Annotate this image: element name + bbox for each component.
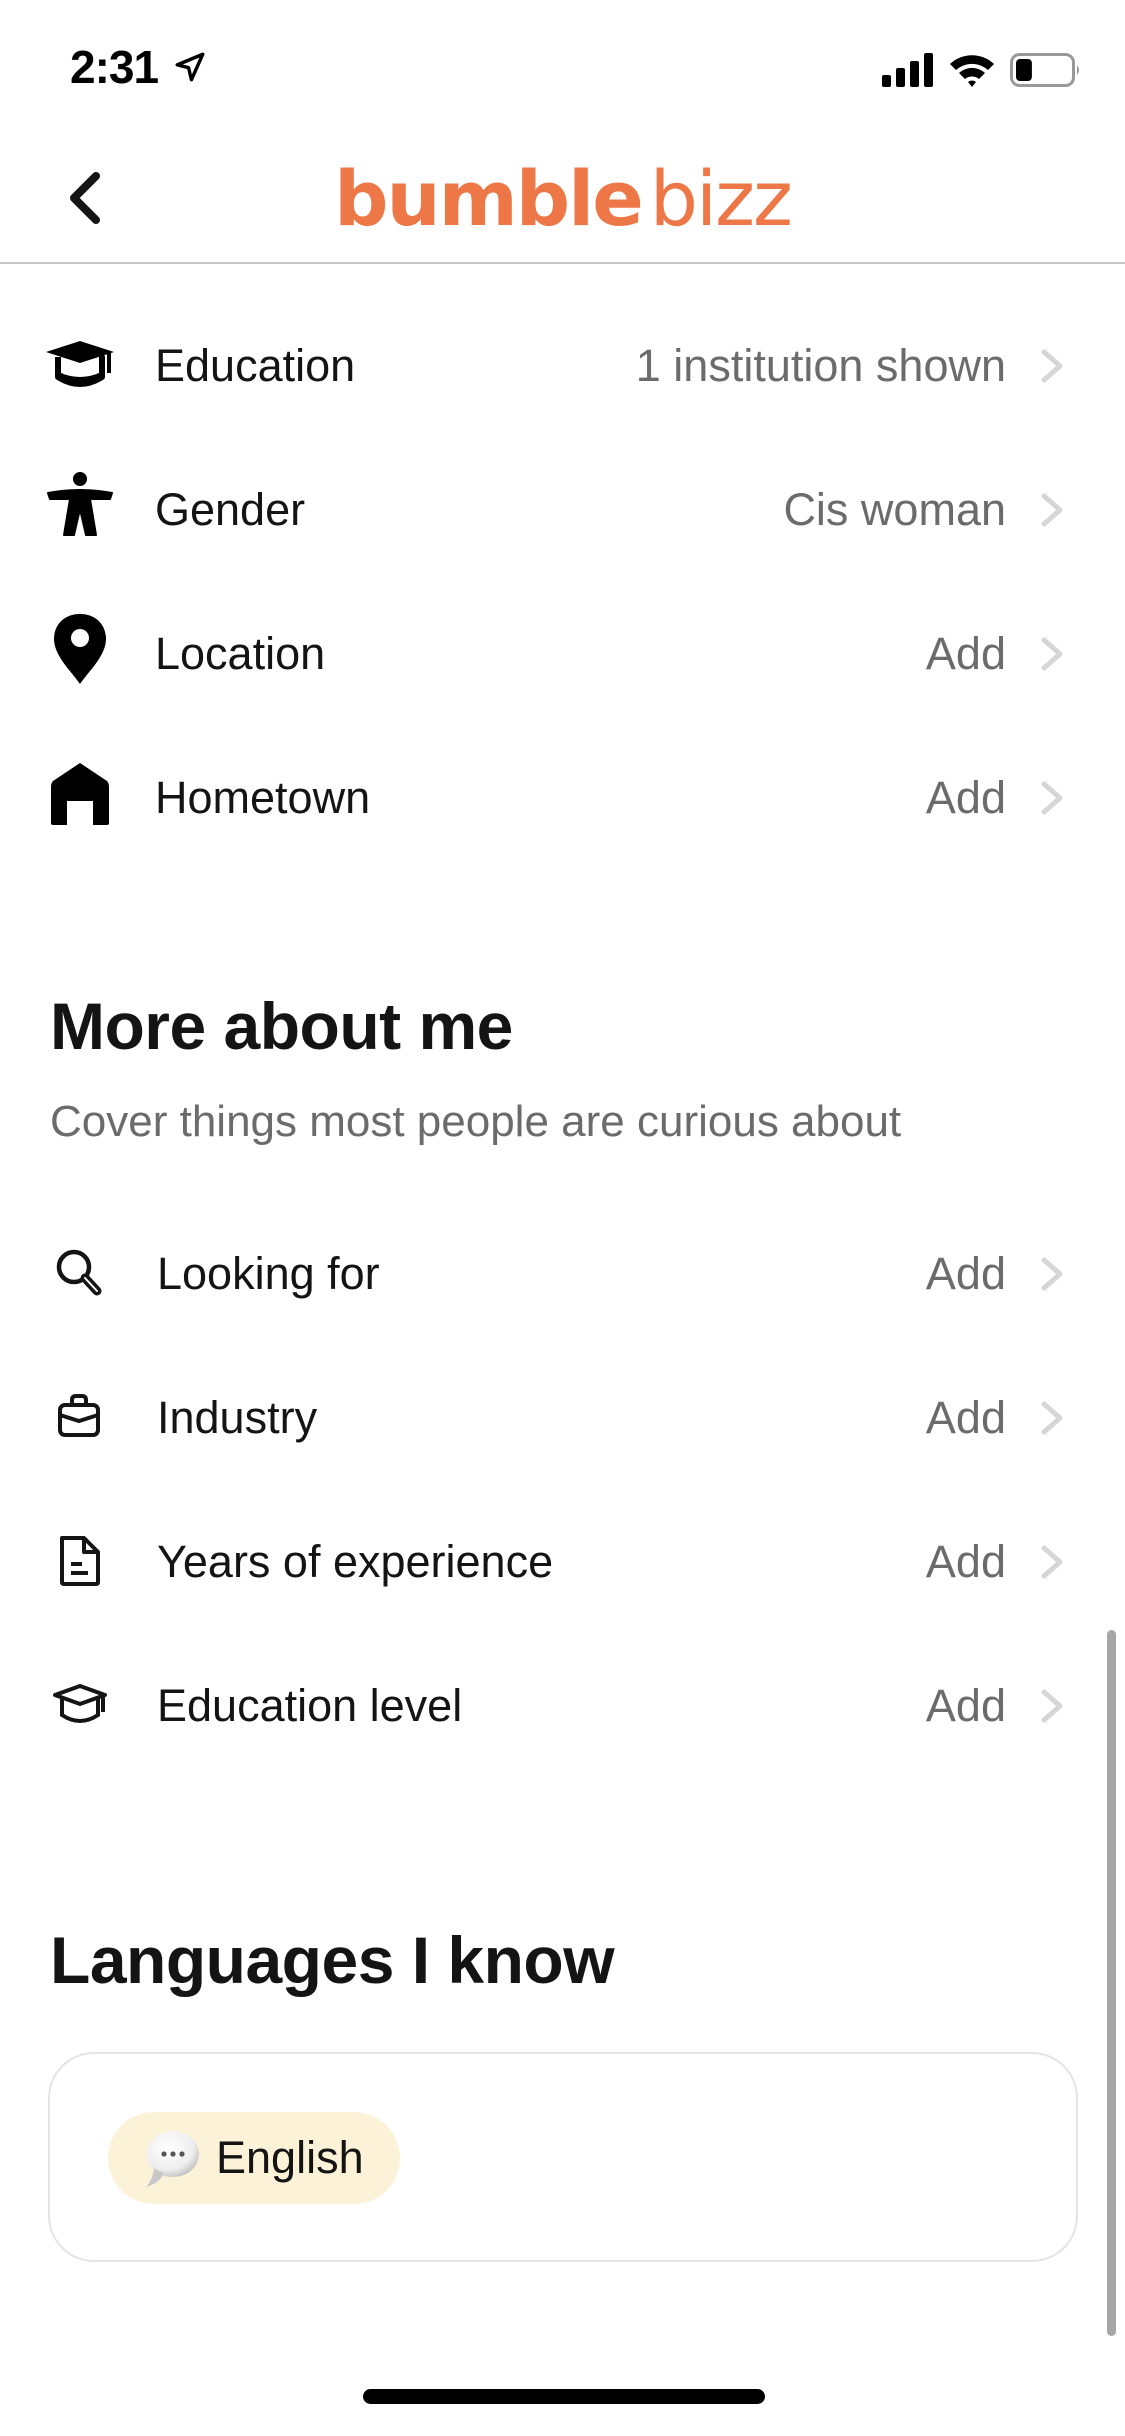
section-subtitle: Cover things most people are curious abo… xyxy=(50,1097,902,1146)
document-icon xyxy=(44,1533,116,1589)
language-chip-english[interactable]: English xyxy=(108,2112,400,2204)
chevron-right-icon xyxy=(1041,1257,1063,1291)
languages-card[interactable]: English xyxy=(48,2052,1078,2262)
status-bar: 2:31 xyxy=(0,0,1125,132)
home-indicator[interactable] xyxy=(363,2389,765,2404)
row-value: Add xyxy=(925,1536,1006,1587)
row-label: Location xyxy=(155,628,326,679)
graduation-cap-outline-icon xyxy=(44,1677,116,1733)
row-label: Hometown xyxy=(155,772,371,823)
row-hometown[interactable]: Hometown Add xyxy=(0,742,1100,852)
chevron-right-icon xyxy=(1041,1401,1063,1435)
row-value: Add xyxy=(925,1248,1006,1299)
row-gender[interactable]: Gender Cis woman xyxy=(0,454,1100,564)
row-value: Add xyxy=(925,772,1006,823)
chevron-right-icon xyxy=(1041,1545,1063,1579)
chevron-right-icon xyxy=(1041,349,1063,383)
speech-bubble-icon xyxy=(146,2131,199,2187)
row-value: Add xyxy=(925,1392,1006,1443)
location-arrow-icon xyxy=(175,52,205,82)
app-logo: bumble bizz xyxy=(0,154,1125,243)
logo-bizz: bizz xyxy=(649,154,793,243)
row-years-of-experience[interactable]: Years of experience Add xyxy=(0,1506,1100,1616)
cellular-signal-icon xyxy=(882,53,933,87)
row-label: Education xyxy=(155,340,356,391)
chevron-right-icon xyxy=(1041,781,1063,815)
language-chip-label: English xyxy=(216,2132,364,2183)
wifi-icon xyxy=(950,55,994,87)
search-icon xyxy=(44,1245,116,1301)
header: bumble bizz xyxy=(0,132,1125,264)
row-looking-for[interactable]: Looking for Add xyxy=(0,1218,1100,1328)
row-value: Add xyxy=(925,628,1006,679)
row-label: Years of experience xyxy=(157,1536,554,1587)
row-location[interactable]: Location Add xyxy=(0,598,1100,708)
row-value: Cis woman xyxy=(783,484,1006,535)
row-label: Looking for xyxy=(157,1248,380,1299)
chevron-right-icon xyxy=(1041,493,1063,527)
logo-bumble: bumble xyxy=(334,154,644,243)
house-icon xyxy=(44,763,116,825)
row-label: Gender xyxy=(155,484,306,535)
chevron-right-icon xyxy=(1041,1689,1063,1723)
row-education[interactable]: Education 1 institution shown xyxy=(0,310,1100,420)
section-title-more-about-me: More about me xyxy=(50,989,513,1063)
row-education-level[interactable]: Education level Add xyxy=(0,1650,1100,1760)
chevron-right-icon xyxy=(1041,637,1063,671)
status-time: 2:31 xyxy=(70,41,159,93)
section-title-languages: Languages I know xyxy=(50,1923,615,1997)
scrollbar[interactable] xyxy=(1107,1630,1116,2336)
person-icon xyxy=(44,472,116,537)
row-value: 1 institution shown xyxy=(635,340,1006,391)
row-label: Industry xyxy=(157,1392,318,1443)
row-value: Add xyxy=(925,1680,1006,1731)
map-pin-icon xyxy=(44,614,116,684)
graduation-cap-icon xyxy=(44,337,116,393)
row-industry[interactable]: Industry Add xyxy=(0,1362,1100,1472)
row-label: Education level xyxy=(157,1680,463,1731)
briefcase-icon xyxy=(44,1389,116,1445)
battery-icon xyxy=(1010,53,1079,87)
